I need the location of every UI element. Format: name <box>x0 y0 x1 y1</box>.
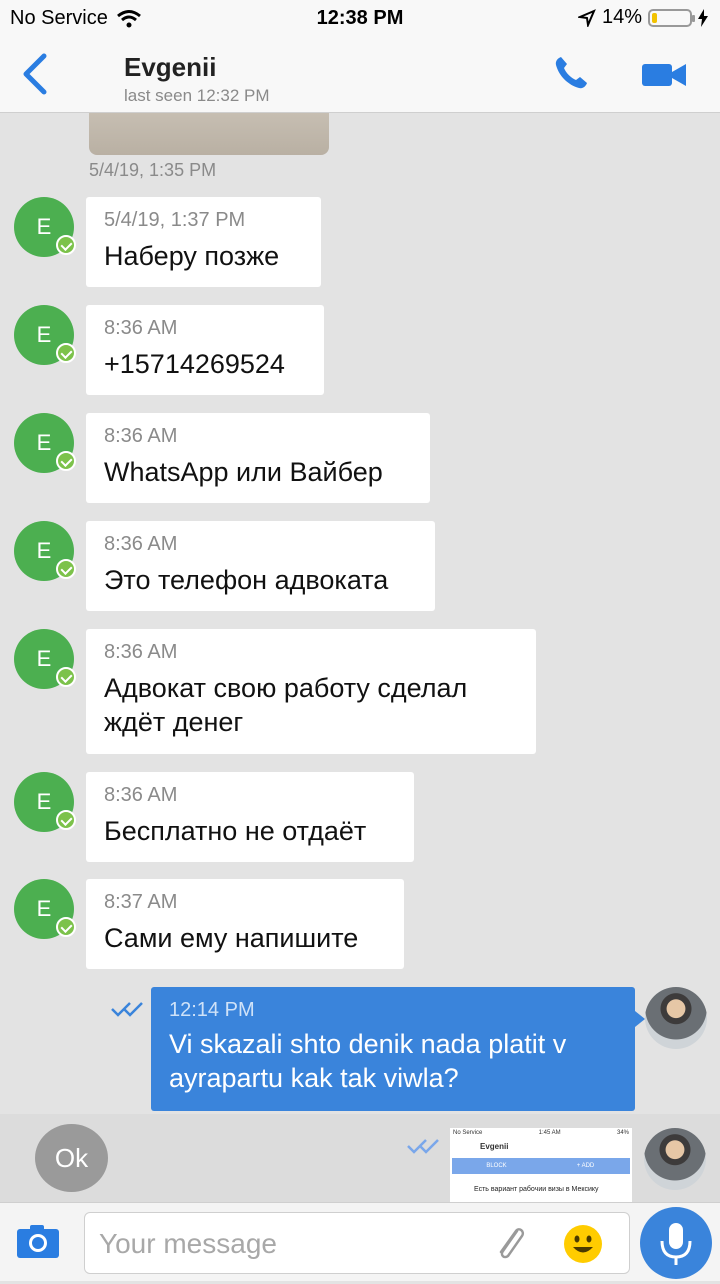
message-bubble[interactable]: 8:36 AM +15714269524 <box>86 305 324 395</box>
message-timestamp: 8:36 AM <box>104 533 178 555</box>
online-check-icon <box>56 917 76 937</box>
message-list[interactable]: 5/4/19, 1:35 PM E 5/4/19, 1:37 PM Наберу… <box>0 113 720 1115</box>
battery-percent: 14% <box>601 6 642 28</box>
message-bubble[interactable]: 8:37 AM Сами ему напишите <box>86 879 404 969</box>
double-check-read-icon <box>407 1139 439 1154</box>
video-call-icon[interactable] <box>640 58 688 90</box>
message-text: Сами ему напишите <box>104 923 359 953</box>
avatar[interactable]: E <box>14 197 76 257</box>
last-seen-status: last seen 12:32 PM <box>124 86 270 105</box>
message-timestamp: 12:14 PM <box>169 999 255 1021</box>
avatar[interactable]: E <box>14 772 76 832</box>
status-bar: No Service 12:38 PM 14% <box>0 0 720 36</box>
online-check-icon <box>56 810 76 830</box>
microphone-button[interactable] <box>640 1207 712 1279</box>
user-avatar[interactable] <box>645 987 707 1049</box>
message-text: Бесплатно не отдаёт <box>104 816 367 846</box>
avatar[interactable]: E <box>14 629 76 689</box>
user-avatar[interactable] <box>644 1128 706 1190</box>
chat-header: Evgenii last seen 12:32 PM <box>0 36 720 113</box>
message-text: WhatsApp или Вайбер <box>104 457 383 487</box>
location-arrow-icon <box>577 8 596 27</box>
message-timestamp: 8:36 AM <box>104 641 178 663</box>
avatar[interactable]: E <box>14 413 76 473</box>
message-text: +15714269524 <box>104 349 285 379</box>
microphone-icon <box>660 1223 692 1265</box>
message-text: Адвокат свою работу сделал ждёт денег <box>104 673 468 737</box>
message-text: Vi skazali shto denik nada platit v ayra… <box>169 1029 567 1093</box>
double-check-read-icon <box>111 1002 143 1017</box>
message-bubble[interactable]: 8:36 AM Бесплатно не отдаёт <box>86 772 414 862</box>
message-timestamp: 5/4/19, 1:37 PM <box>104 209 246 231</box>
outgoing-message-bubble[interactable]: 12:14 PM Vi skazali shto denik nada plat… <box>151 987 645 1111</box>
message-timestamp: 8:36 AM <box>104 317 178 339</box>
ok-quick-reply-button[interactable]: Ok <box>35 1124 108 1192</box>
online-check-icon <box>56 667 76 687</box>
message-field[interactable] <box>84 1212 630 1274</box>
contact-name[interactable]: Evgenii <box>124 52 216 83</box>
emoji-icon[interactable] <box>563 1224 603 1264</box>
back-chevron-icon[interactable] <box>18 52 52 96</box>
message-input-bar <box>0 1202 720 1281</box>
charging-bolt-icon <box>698 8 708 27</box>
message-bubble[interactable]: 8:36 AM WhatsApp или Вайбер <box>86 413 430 503</box>
online-check-icon <box>56 451 76 471</box>
quick-reply-bar: Ok No Service 1:45 AM 34% Evgenii BLOCK … <box>0 1114 720 1204</box>
message-timestamp: 8:36 AM <box>104 425 178 447</box>
camera-icon[interactable] <box>16 1223 60 1259</box>
message-timestamp: 8:37 AM <box>104 891 178 913</box>
screenshot-preview[interactable]: No Service 1:45 AM 34% Evgenii BLOCK + A… <box>450 1128 632 1204</box>
paperclip-icon[interactable] <box>489 1221 529 1265</box>
message-bubble[interactable]: 5/4/19, 1:37 PM Наберу позже <box>86 197 321 287</box>
message-bubble[interactable]: 8:36 AM Адвокат свою работу сделал ждёт … <box>86 629 536 754</box>
phone-call-icon[interactable] <box>552 54 590 92</box>
message-timestamp: 8:36 AM <box>104 784 178 806</box>
avatar[interactable]: E <box>14 879 76 939</box>
online-check-icon <box>56 559 76 579</box>
online-check-icon <box>56 235 76 255</box>
avatar[interactable]: E <box>14 521 76 581</box>
avatar[interactable]: E <box>14 305 76 365</box>
message-input[interactable] <box>97 1223 481 1265</box>
online-check-icon <box>56 343 76 363</box>
message-text: Это телефон адвоката <box>104 565 389 595</box>
message-timestamp: 5/4/19, 1:35 PM <box>89 160 217 180</box>
image-attachment[interactable] <box>89 113 329 155</box>
message-bubble[interactable]: 8:36 AM Это телефон адвоката <box>86 521 435 611</box>
battery-icon <box>648 8 695 27</box>
message-text: Наберу позже <box>104 241 280 271</box>
